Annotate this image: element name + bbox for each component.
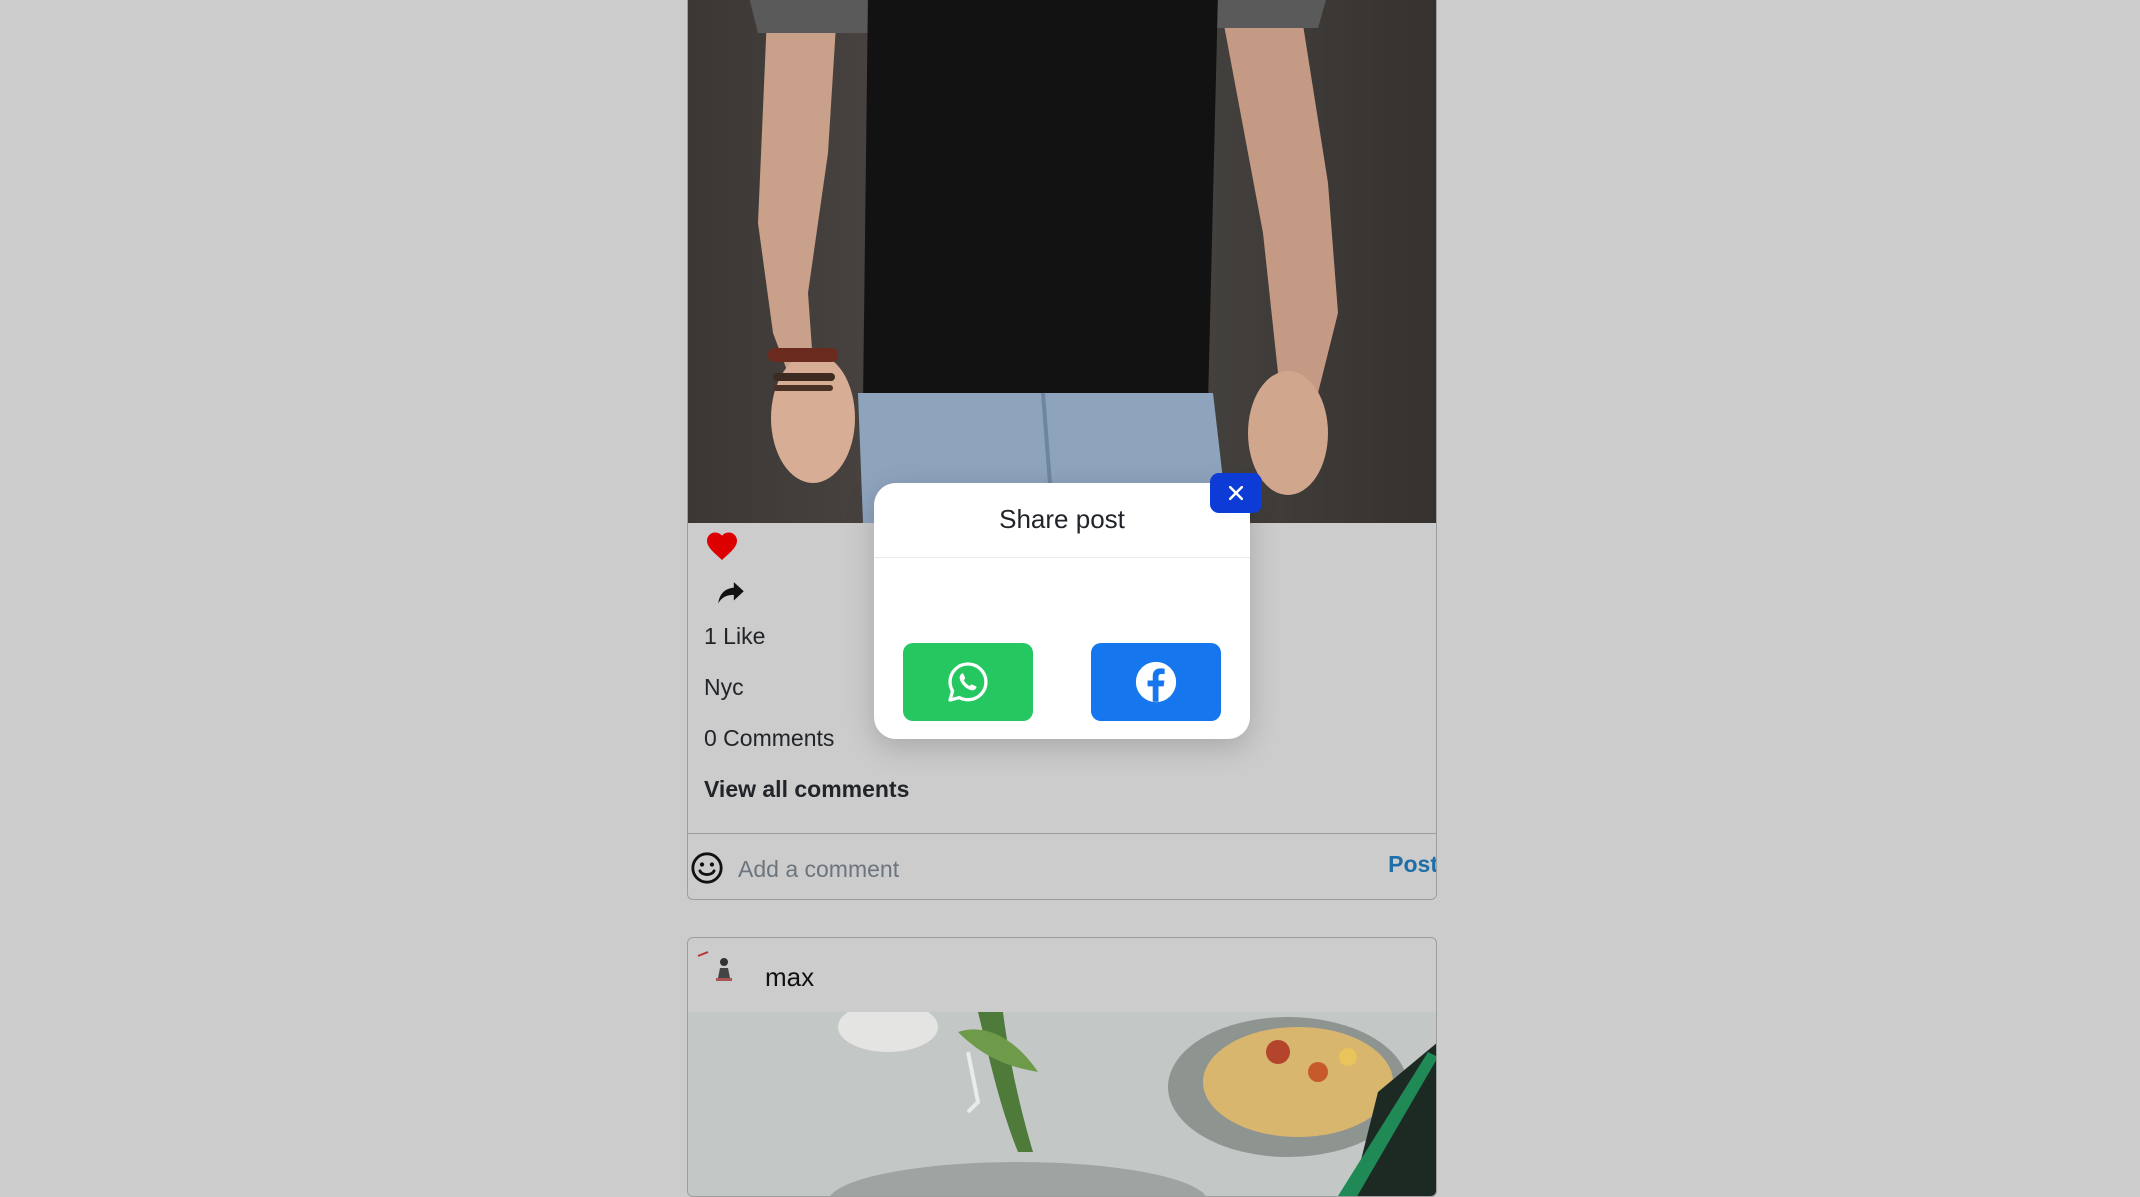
- heart-icon: [707, 532, 737, 560]
- share-modal: Share post: [874, 483, 1250, 739]
- comments-count: 0 Comments: [704, 725, 835, 751]
- share-arrow-icon: [718, 582, 744, 604]
- post-username[interactable]: max: [765, 962, 814, 993]
- post-comment-button[interactable]: Post: [1388, 851, 1436, 878]
- post-header: max: [688, 938, 1436, 1012]
- comment-bar: Post: [688, 833, 1436, 899]
- facebook-icon: [1135, 661, 1177, 703]
- post-card: 1 Like Nyc 0 Comments View all comments …: [687, 0, 1437, 900]
- post-image[interactable]: [688, 1012, 1436, 1196]
- likes-count: 1 Like: [704, 623, 766, 649]
- post-card: max: [687, 937, 1437, 1197]
- close-icon: [1228, 485, 1244, 501]
- whatsapp-icon: [948, 662, 988, 702]
- close-modal-button[interactable]: [1210, 473, 1262, 513]
- share-whatsapp-button[interactable]: [903, 643, 1033, 721]
- modal-title: Share post: [874, 483, 1250, 558]
- like-button[interactable]: [704, 528, 740, 564]
- post-image[interactable]: [688, 0, 1436, 523]
- avatar[interactable]: [694, 944, 736, 986]
- share-facebook-button[interactable]: [1091, 643, 1221, 721]
- post-caption: Nyc: [704, 674, 744, 700]
- smiley-icon: [691, 852, 723, 884]
- comment-input[interactable]: [736, 848, 1340, 890]
- view-all-comments-link[interactable]: View all comments: [704, 776, 909, 803]
- emoji-button[interactable]: [690, 851, 724, 885]
- share-button[interactable]: [714, 575, 748, 609]
